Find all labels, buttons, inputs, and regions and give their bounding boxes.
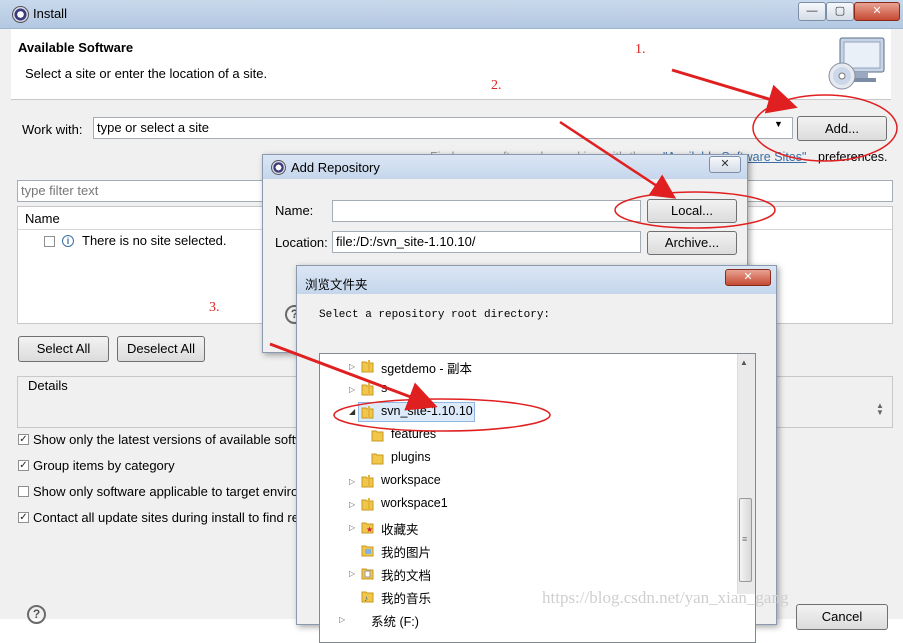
annotation-ellipse-add [752, 94, 898, 162]
annotation-ellipse-local [614, 191, 776, 229]
annotation-overlay [269, 68, 898, 432]
watermark-text: https://blog.csdn.net/yan_xian_gang [542, 588, 789, 607]
annotation-step-3: 3. [209, 300, 220, 315]
annotation-arrow-2 [559, 120, 677, 199]
annotation-step-1: 1. [635, 42, 646, 57]
annotation-step-2: 2. [491, 78, 502, 93]
annotation-arrow-3 [269, 342, 438, 411]
install-window: Install — ▢ ✕ Available Software Select … [0, 0, 903, 643]
annotation-arrow-1 [671, 68, 798, 114]
annotation-ellipse-folder [333, 398, 551, 432]
